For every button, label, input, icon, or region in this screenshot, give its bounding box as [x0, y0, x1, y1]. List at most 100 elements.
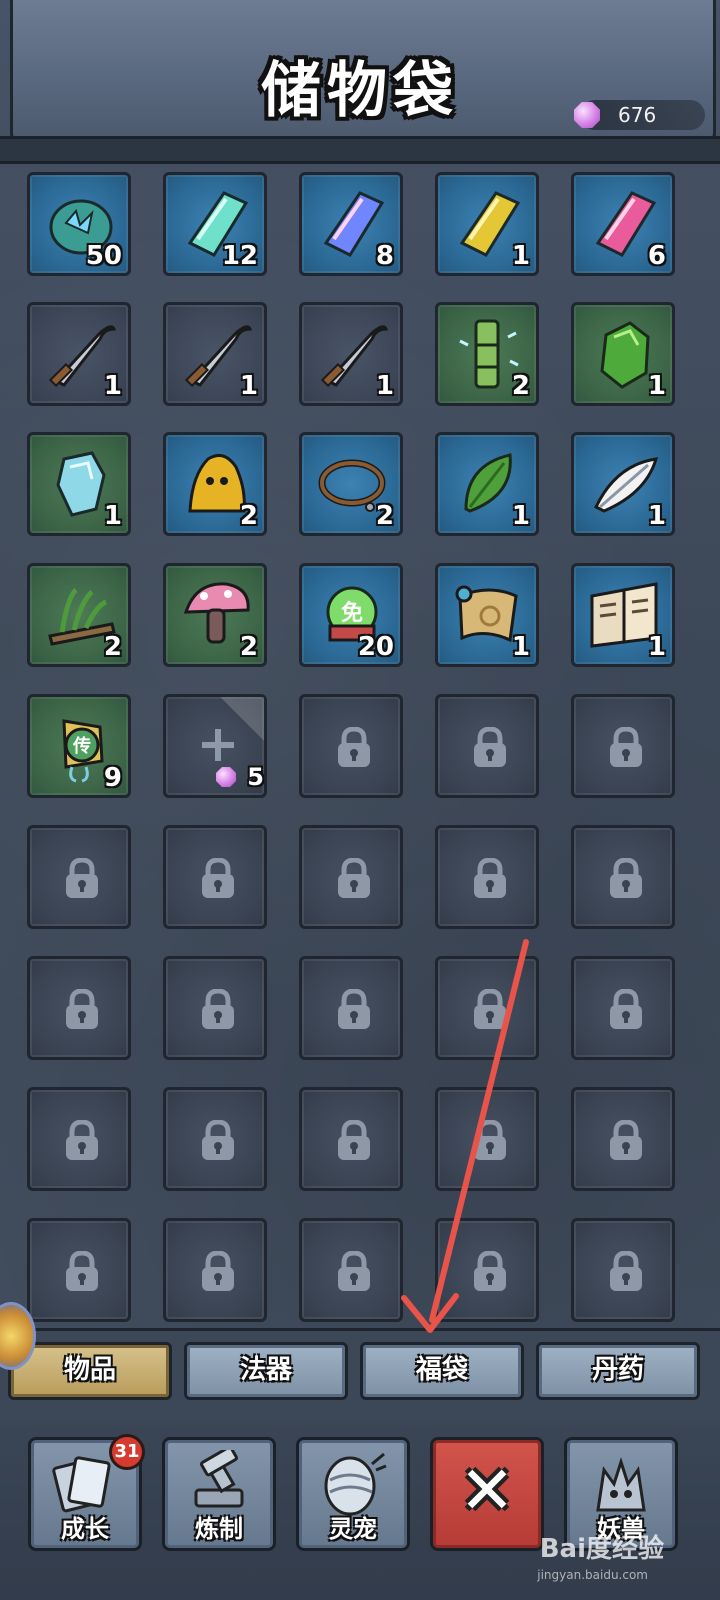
- item-count: 12: [221, 241, 258, 271]
- locked-slot[interactable]: [27, 1087, 131, 1191]
- item-count: 20: [357, 632, 394, 662]
- item-count: 1: [647, 501, 666, 531]
- expand-slot[interactable]: 5: [163, 694, 267, 798]
- forge-button[interactable]: 炼制: [162, 1437, 276, 1551]
- locked-slot[interactable]: [27, 956, 131, 1060]
- item-count: 1: [103, 501, 122, 531]
- inventory-item[interactable]: 1: [571, 302, 675, 406]
- locked-slot[interactable]: [163, 956, 267, 1060]
- tab-magic-tools[interactable]: 法器: [184, 1342, 348, 1400]
- lock-icon: [338, 989, 370, 1029]
- growth-button[interactable]: 31 成长: [28, 1434, 145, 1551]
- locked-slot[interactable]: [571, 1218, 675, 1322]
- locked-slot[interactable]: [299, 1087, 403, 1191]
- locked-slot[interactable]: [299, 825, 403, 929]
- locked-slot[interactable]: [163, 825, 267, 929]
- inventory-item[interactable]: 1: [571, 432, 675, 536]
- inventory-item[interactable]: 12: [163, 172, 267, 276]
- lock-icon: [610, 1120, 642, 1160]
- locked-slot[interactable]: [299, 694, 403, 798]
- item-count: 2: [375, 501, 394, 531]
- inventory-item[interactable]: 2: [163, 432, 267, 536]
- locked-slot[interactable]: [299, 956, 403, 1060]
- inventory-item[interactable]: 免 20: [299, 563, 403, 667]
- inventory-item[interactable]: 传9: [27, 694, 131, 798]
- lock-icon: [474, 1120, 506, 1160]
- item-count: 50: [85, 241, 122, 271]
- item-count: 6: [647, 241, 666, 271]
- inventory-item[interactable]: 1: [27, 432, 131, 536]
- inventory-item[interactable]: 1: [299, 302, 403, 406]
- header-divider: [0, 136, 720, 164]
- locked-slot[interactable]: [435, 956, 539, 1060]
- locked-slot[interactable]: [571, 956, 675, 1060]
- lock-icon: [202, 1251, 234, 1291]
- locked-slot[interactable]: [435, 825, 539, 929]
- svg-text:传: 传: [72, 735, 91, 757]
- locked-slot[interactable]: [571, 825, 675, 929]
- item-count: 1: [103, 371, 122, 401]
- lock-icon: [66, 989, 98, 1029]
- tab-lucky-bags[interactable]: 福袋: [360, 1342, 524, 1400]
- item-count: 1: [511, 632, 530, 662]
- unlock-cost: 5: [216, 763, 266, 791]
- lock-icon: [474, 858, 506, 898]
- locked-slot[interactable]: [27, 1218, 131, 1322]
- close-icon: ✕: [459, 1452, 515, 1529]
- inventory-item[interactable]: 1: [435, 172, 539, 276]
- inventory-item[interactable]: 2: [163, 563, 267, 667]
- lock-icon: [610, 989, 642, 1029]
- lock-icon: [202, 858, 234, 898]
- close-button[interactable]: ✕: [430, 1437, 544, 1551]
- inventory-item[interactable]: 2: [299, 432, 403, 536]
- inventory-item[interactable]: 6: [571, 172, 675, 276]
- unlock-cost-value: 5: [247, 763, 264, 791]
- currency-display: 676: [574, 100, 705, 130]
- purple-gem-icon: [216, 767, 236, 787]
- item-count: 2: [103, 632, 122, 662]
- forge-label: 炼制: [195, 1514, 243, 1543]
- item-count: 1: [375, 371, 394, 401]
- locked-slot[interactable]: [571, 694, 675, 798]
- inventory-item[interactable]: 2: [435, 302, 539, 406]
- item-count: 2: [239, 501, 258, 531]
- lock-icon: [474, 989, 506, 1029]
- lock-icon: [338, 1251, 370, 1291]
- inventory-item[interactable]: 1: [571, 563, 675, 667]
- inventory-item[interactable]: 1: [27, 302, 131, 406]
- locked-slot[interactable]: [299, 1218, 403, 1322]
- lock-icon: [610, 858, 642, 898]
- lock-icon: [338, 1120, 370, 1160]
- inventory-item[interactable]: 1: [435, 563, 539, 667]
- inventory-item[interactable]: 50: [27, 172, 131, 276]
- locked-slot[interactable]: [163, 1218, 267, 1322]
- lock-icon: [610, 1251, 642, 1291]
- inventory-item[interactable]: 2: [27, 563, 131, 667]
- locked-slot[interactable]: [435, 1218, 539, 1322]
- currency-value: 676: [618, 103, 657, 127]
- spirit-pet-button[interactable]: 灵宠: [296, 1437, 410, 1551]
- lock-icon: [474, 1251, 506, 1291]
- lock-icon: [202, 1120, 234, 1160]
- tab-pills[interactable]: 丹药: [536, 1342, 700, 1400]
- locked-slot[interactable]: [571, 1087, 675, 1191]
- item-count: 1: [511, 501, 530, 531]
- inventory-item[interactable]: 1: [163, 302, 267, 406]
- svg-text:免: 免: [341, 600, 363, 626]
- growth-label: 成长: [61, 1514, 109, 1543]
- watermark-logo: Bai度经验: [539, 1534, 664, 1564]
- item-count: 9: [103, 763, 122, 793]
- lock-icon: [202, 989, 234, 1029]
- locked-slot[interactable]: [163, 1087, 267, 1191]
- locked-slot[interactable]: [435, 1087, 539, 1191]
- watermark-url: jingyan.baidu.com: [537, 1568, 648, 1582]
- locked-slot[interactable]: [435, 694, 539, 798]
- item-count: 1: [511, 241, 530, 271]
- lock-icon: [474, 727, 506, 767]
- inventory-item[interactable]: 1: [435, 432, 539, 536]
- item-count: 1: [647, 371, 666, 401]
- locked-slot[interactable]: [27, 825, 131, 929]
- inventory-item[interactable]: 8: [299, 172, 403, 276]
- lock-icon: [338, 727, 370, 767]
- purple-gem-icon: [574, 102, 600, 128]
